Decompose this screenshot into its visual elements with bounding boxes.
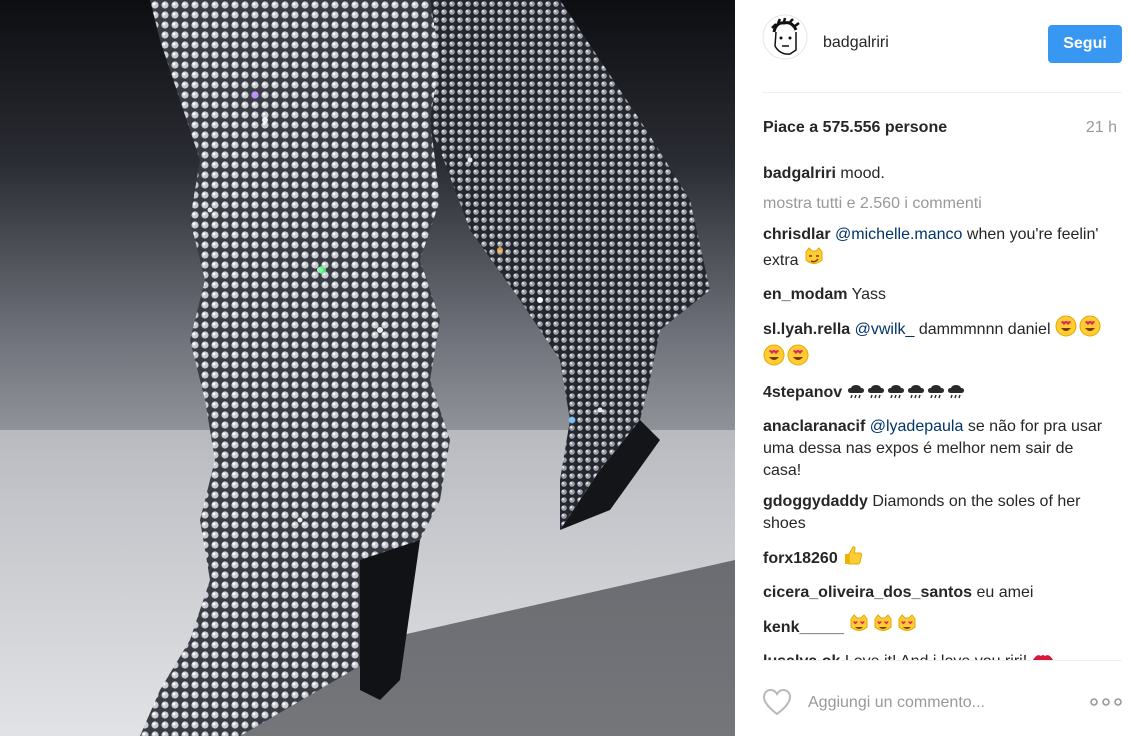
- rain-cloud-emoji-icon: [947, 384, 965, 407]
- comment-username[interactable]: forx18260: [763, 550, 838, 567]
- post-photo[interactable]: [0, 0, 735, 736]
- composer-divider: [762, 660, 1122, 661]
- comment-text: Yass: [851, 286, 887, 303]
- cat-heart-eyes-emoji-icon: [896, 613, 918, 642]
- comment-composer: [762, 680, 1122, 726]
- heart-eyes-emoji-icon: [1055, 315, 1077, 344]
- follow-button[interactable]: Segui: [1048, 25, 1122, 63]
- comments-list[interactable]: badgalriri mood. mostra tutti e 2.560 i …: [763, 163, 1103, 660]
- likes-count[interactable]: Piace a 575.556 persone: [763, 119, 947, 137]
- comment-username[interactable]: en_modam: [763, 286, 847, 303]
- rain-cloud-emoji-icon: [867, 384, 885, 407]
- comment-mention[interactable]: @lyadepaula: [870, 418, 964, 435]
- post-username[interactable]: badgalriri: [823, 34, 889, 52]
- comment-item: kenk_____: [763, 613, 1103, 642]
- thumbs-up-emoji-icon: [842, 544, 864, 573]
- comment-mention[interactable]: @michelle.manco: [835, 226, 962, 243]
- comment-item: forx18260: [763, 544, 1103, 573]
- comment-username[interactable]: anaclaranacif: [763, 418, 865, 435]
- comment-rows: chrisdlar @michelle.manco when you're fe…: [763, 224, 1103, 660]
- caption: badgalriri mood.: [763, 163, 1103, 185]
- comment-username[interactable]: lusalva.ok: [763, 653, 840, 660]
- rain-cloud-emoji-icon: [847, 384, 865, 407]
- rain-cloud-emoji-icon: [887, 384, 905, 407]
- post-details-panel: badgalriri Segui Piace a 575.556 persone…: [735, 0, 1129, 736]
- comment-username[interactable]: cicera_oliveira_dos_santos: [763, 584, 972, 601]
- kiss-lips-emoji-icon: [1032, 651, 1054, 660]
- header-divider: [762, 92, 1122, 93]
- comment-item: cicera_oliveira_dos_santos eu amei: [763, 582, 1103, 604]
- comment-item: chrisdlar @michelle.manco when you're fe…: [763, 224, 1103, 275]
- rain-cloud-emoji-icon: [907, 384, 925, 407]
- heart-eyes-emoji-icon: [787, 344, 809, 373]
- comment-username[interactable]: sl.lyah.rella: [763, 321, 850, 338]
- comment-text: eu amei: [976, 584, 1034, 601]
- likes-row: Piace a 575.556 persone 21 h: [763, 119, 1123, 141]
- cat-heart-eyes-emoji-icon: [872, 613, 894, 642]
- comment-item: en_modam Yass: [763, 284, 1103, 306]
- avatar[interactable]: [762, 14, 808, 60]
- post-timestamp[interactable]: 21 h: [1086, 119, 1117, 137]
- caption-text: mood.: [840, 165, 885, 182]
- heart-eyes-emoji-icon: [1079, 315, 1101, 344]
- comment-item: anaclaranacif @lyadepaula se não for pra…: [763, 416, 1103, 482]
- heart-eyes-emoji-icon: [763, 344, 785, 373]
- post-header: badgalriri Segui: [762, 14, 1122, 74]
- show-all-comments-link[interactable]: mostra tutti e 2.560 i commenti: [763, 193, 1103, 215]
- comment-username[interactable]: chrisdlar: [763, 226, 831, 243]
- rain-cloud-emoji-icon: [927, 384, 945, 407]
- cat-heart-eyes-emoji-icon: [848, 613, 870, 642]
- cat-smirk-emoji-icon: [803, 246, 825, 275]
- comment-username[interactable]: gdoggydaddy: [763, 493, 868, 510]
- comment-item: lusalva.ok Love it! And i love you riri!: [763, 651, 1103, 660]
- comment-item: gdoggydaddy Diamonds on the soles of her…: [763, 491, 1103, 535]
- avatar-cartoon-icon: [762, 14, 808, 60]
- caption-username[interactable]: badgalriri: [763, 165, 836, 182]
- comment-item: sl.lyah.rella @vwilk_ dammmnnn daniel: [763, 315, 1103, 373]
- comment-text: dammmnnn daniel: [914, 321, 1055, 338]
- ellipsis-icon[interactable]: [1090, 694, 1122, 710]
- comment-item: 4stepanov: [763, 382, 1103, 407]
- boots-illustration: [0, 0, 735, 736]
- heart-outline-icon[interactable]: [762, 688, 792, 716]
- comment-username[interactable]: 4stepanov: [763, 384, 842, 401]
- comment-mention[interactable]: @vwilk_: [855, 321, 915, 338]
- comment-text: Love it! And i love you riri!: [845, 653, 1032, 660]
- add-comment-input[interactable]: [806, 690, 1080, 716]
- comment-username[interactable]: kenk_____: [763, 619, 844, 636]
